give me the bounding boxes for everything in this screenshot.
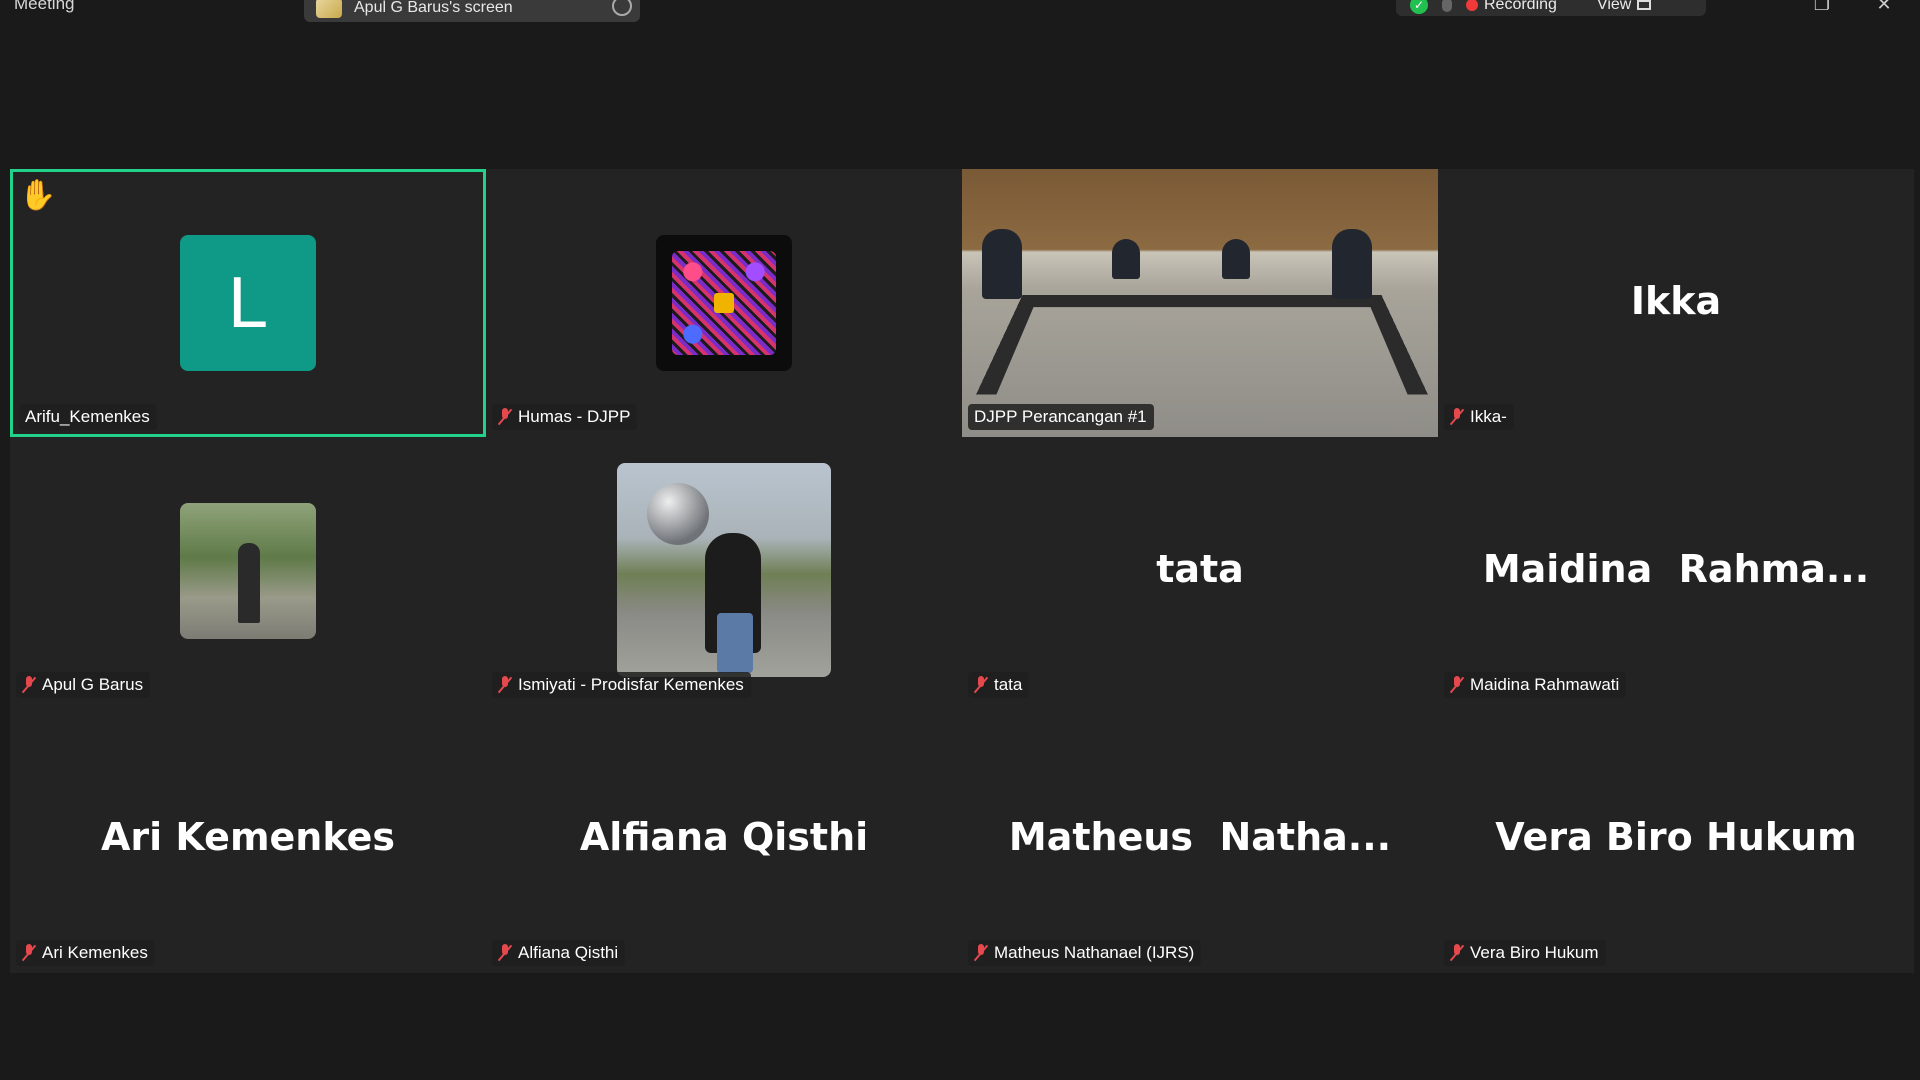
- logo-icon: [714, 293, 734, 313]
- video-person: [982, 229, 1022, 299]
- participant-tile-matheus[interactable]: Matheus Natha... Matheus Nathanael (IJRS…: [962, 705, 1438, 973]
- participant-name: Ari Kemenkes: [42, 943, 148, 962]
- recording-label[interactable]: Recording: [1484, 0, 1557, 14]
- muted-mic-icon: [1450, 676, 1464, 694]
- participant-display-name: Matheus Natha...: [1008, 815, 1392, 859]
- participant-tile-ari[interactable]: Ari Kemenkes Ari Kemenkes: [10, 705, 486, 973]
- video-person: [1332, 229, 1372, 299]
- person-silhouette: [238, 543, 260, 623]
- participant-name: Maidina Rahmawati: [1470, 675, 1620, 694]
- more-options-icon[interactable]: [612, 0, 632, 16]
- muted-mic-icon: [498, 944, 512, 962]
- muted-mic-icon: [974, 676, 988, 694]
- participant-name-tag: Matheus Nathanael (IJRS): [968, 940, 1202, 966]
- avatar: L: [180, 235, 316, 371]
- qr-code-icon: [672, 251, 776, 355]
- participant-gallery: ✋ L Arifu_Kemenkes Humas - DJPP DJPP Per…: [10, 169, 1914, 973]
- screen-share-indicator[interactable]: Apul G Barus's screen: [304, 0, 640, 22]
- screen-share-label: Apul G Barus's screen: [354, 0, 513, 16]
- participant-display-name: tata: [1156, 547, 1244, 591]
- participant-name-tag: Humas - DJPP: [492, 404, 638, 430]
- participant-name: Vera Biro Hukum: [1470, 943, 1599, 962]
- sculpture-sphere: [647, 483, 709, 545]
- meeting-top-bar: Meeting Apul G Barus's screen ✓ Recordin…: [0, 0, 1920, 30]
- participant-display-name: Ikka: [1630, 279, 1722, 323]
- muted-mic-icon: [22, 944, 36, 962]
- participant-name: Alfiana Qisthi: [518, 943, 619, 962]
- participant-tile-arifu[interactable]: ✋ L Arifu_Kemenkes: [10, 169, 486, 437]
- profile-photo: [180, 503, 316, 639]
- participant-tile-tata[interactable]: tata tata: [962, 437, 1438, 705]
- participant-name-tag: Maidina Rahmawati: [1444, 672, 1627, 698]
- participant-name: Ismiyati - Prodisfar Kemenkes: [518, 675, 744, 694]
- participant-display-name: Alfiana Qisthi: [579, 815, 869, 859]
- participant-name: tata: [994, 675, 1023, 694]
- profile-photo: [617, 463, 831, 677]
- meeting-title: Meeting: [14, 0, 75, 13]
- person-jeans: [717, 613, 753, 673]
- participant-tile-djpp-perancangan[interactable]: DJPP Perancangan #1: [962, 169, 1438, 437]
- muted-mic-icon: [498, 676, 512, 694]
- participant-tile-vera[interactable]: Vera Biro Hukum Vera Biro Hukum: [1438, 705, 1914, 973]
- participant-name-tag: Apul G Barus: [16, 672, 151, 698]
- participant-name-tag: Arifu_Kemenkes: [19, 404, 157, 430]
- qr-code-avatar: [656, 235, 792, 371]
- participant-display-name: Vera Biro Hukum: [1495, 815, 1857, 859]
- muted-mic-icon: [22, 676, 36, 694]
- audio-level-icon: [1442, 0, 1452, 12]
- participant-video: [962, 169, 1438, 437]
- participant-tile-ikka[interactable]: Ikka Ikka-: [1438, 169, 1914, 437]
- muted-mic-icon: [1450, 408, 1464, 426]
- participant-name: Arifu_Kemenkes: [25, 407, 150, 426]
- participant-tile-apul[interactable]: Apul G Barus: [10, 437, 486, 705]
- participant-tile-humas[interactable]: Humas - DJPP: [486, 169, 962, 437]
- participant-tile-alfiana[interactable]: Alfiana Qisthi Alfiana Qisthi: [486, 705, 962, 973]
- muted-mic-icon: [498, 408, 512, 426]
- participant-name-tag: Alfiana Qisthi: [492, 940, 626, 966]
- participant-name-tag: Ismiyati - Prodisfar Kemenkes: [492, 672, 751, 698]
- participant-name-tag: Ikka-: [1444, 404, 1514, 430]
- participant-tile-ismiyati[interactable]: Ismiyati - Prodisfar Kemenkes: [486, 437, 962, 705]
- participant-tile-maidina[interactable]: Maidina Rahma... Maidina Rahmawati: [1438, 437, 1914, 705]
- participant-name-tag: Vera Biro Hukum: [1444, 940, 1606, 966]
- participant-display-name: Ari Kemenkes: [100, 815, 396, 859]
- participant-name-tag: DJPP Perancangan #1: [968, 404, 1154, 430]
- conference-table: [976, 294, 1428, 395]
- view-button[interactable]: View: [1597, 0, 1631, 14]
- close-window-icon[interactable]: ✕: [1874, 0, 1894, 13]
- participant-display-name: Maidina Rahma...: [1482, 547, 1870, 591]
- meeting-status-bar: ✓ Recording View: [1396, 0, 1706, 16]
- participant-name: DJPP Perancangan #1: [974, 407, 1147, 426]
- participant-name-tag: Ari Kemenkes: [16, 940, 155, 966]
- grid-view-icon[interactable]: [1637, 0, 1652, 10]
- raised-hand-icon: ✋: [19, 179, 57, 212]
- muted-mic-icon: [974, 944, 988, 962]
- restore-window-icon[interactable]: ❐: [1812, 0, 1832, 13]
- recording-dot-icon: [1466, 0, 1478, 11]
- video-person: [1112, 239, 1140, 279]
- participant-name: Humas - DJPP: [518, 407, 631, 426]
- muted-mic-icon: [1450, 944, 1464, 962]
- shield-check-icon[interactable]: ✓: [1410, 0, 1428, 14]
- participant-name: Apul G Barus: [42, 675, 144, 694]
- participant-name-tag: tata: [968, 672, 1030, 698]
- sharer-avatar-icon: [316, 0, 342, 18]
- participant-name: Matheus Nathanael (IJRS): [994, 943, 1195, 962]
- video-person: [1222, 239, 1250, 279]
- participant-name: Ikka-: [1470, 407, 1507, 426]
